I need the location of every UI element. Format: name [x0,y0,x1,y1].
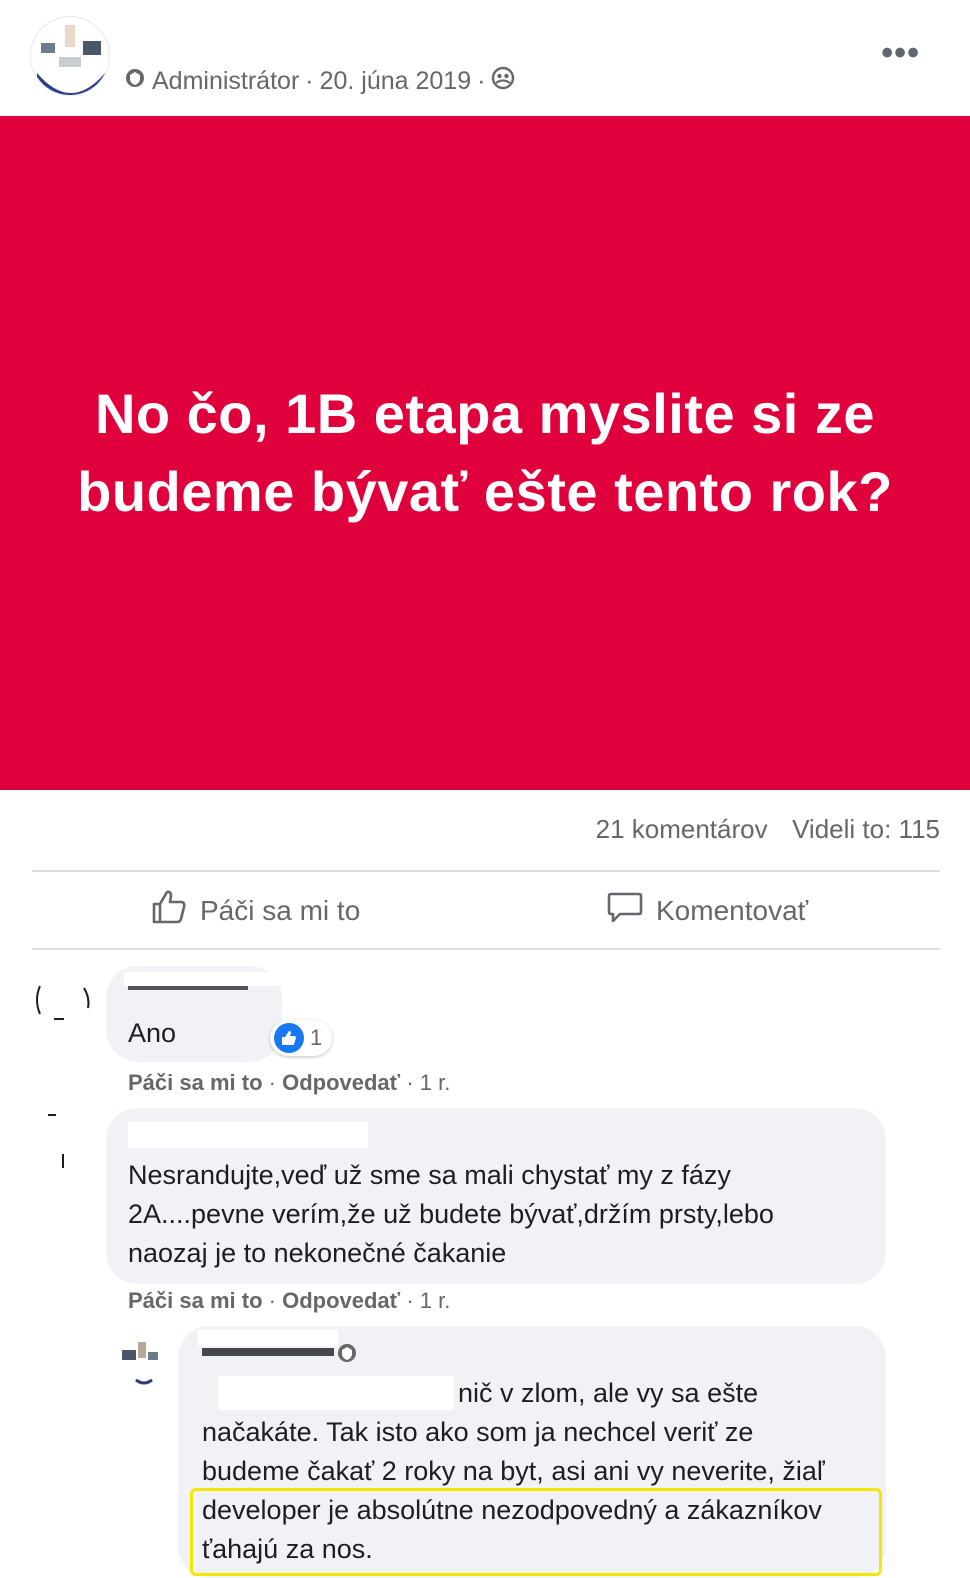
redaction [124,972,284,986]
meta-separator: · [477,67,486,95]
comment-bubble: Nesrandujte,veď už sme sa mali chystať m… [106,1108,886,1284]
commenter-avatar[interactable] [118,1336,170,1388]
comment-bubble: Ano [106,966,284,1062]
reply-text-line: načakáte. Tak isto ako som ja nechcel ve… [202,1417,754,1447]
comment-text: Ano [128,1018,177,1048]
reply-text-line: nič v zlom, ale vy sa ešte [458,1378,759,1408]
comment-actions: Páči sa mi to · Odpovedať · 1 r. [128,1070,451,1095]
divider [32,948,940,950]
redaction [218,1376,454,1410]
view-count: Videli to: 115 [792,814,940,844]
commenter-avatar[interactable] [36,1110,98,1172]
highlight-annotation [190,1488,882,1576]
comment-time[interactable]: 1 r. [420,1288,451,1313]
admin-shield-icon [124,67,146,96]
audience-group-icon[interactable] [491,66,515,97]
meta-separator: · [305,67,314,95]
post-stats: 21 komentárov Videli to: 115 [596,814,940,845]
post-text: No čo, 1B etapa myslite si ze budeme býv… [77,382,893,523]
comment-count[interactable]: 21 komentárov [596,814,768,844]
comment-reply-link[interactable]: Odpovedať [282,1070,400,1095]
author-avatar[interactable] [30,16,110,96]
post-meta: Administrátor · 20. júna 2019 · [124,66,515,97]
reply-text-line: budeme čakať 2 roky na byt, asi ani vy n… [202,1456,825,1486]
comment-button[interactable]: Komentovať [606,888,808,933]
like-reaction-icon [274,1023,304,1053]
like-label: Páči sa mi to [200,894,361,926]
reaction-badge[interactable]: 1 [270,1020,333,1056]
comment-label: Komentovať [656,894,809,926]
comment-reply-link[interactable]: Odpovedať [282,1288,400,1313]
post-date[interactable]: 20. júna 2019 [320,67,472,96]
comment-actions: Páči sa mi to · Odpovedať · 1 r. [128,1288,451,1313]
post-banner: No čo, 1B etapa myslite si ze budeme býv… [0,116,970,790]
author-role[interactable]: Administrátor [152,67,299,96]
redacted-name [202,1348,334,1356]
comment-text: Nesrandujte,veď už sme sa mali chystať m… [128,1160,774,1268]
thumbs-up-icon [150,888,188,933]
like-button[interactable]: Páči sa mi to [150,888,360,933]
commenter-avatar[interactable] [30,970,92,1032]
admin-badge-icon [336,1342,358,1369]
comment-time[interactable]: 1 r. [420,1070,451,1095]
redaction [128,1122,368,1148]
comment-like-link[interactable]: Páči sa mi to [128,1070,263,1095]
more-options-button[interactable]: ••• [881,34,920,73]
comment-like-link[interactable]: Páči sa mi to [128,1288,263,1313]
speech-bubble-icon [606,888,644,933]
divider [32,870,940,872]
redaction [198,1330,338,1346]
reaction-count: 1 [310,1025,323,1050]
